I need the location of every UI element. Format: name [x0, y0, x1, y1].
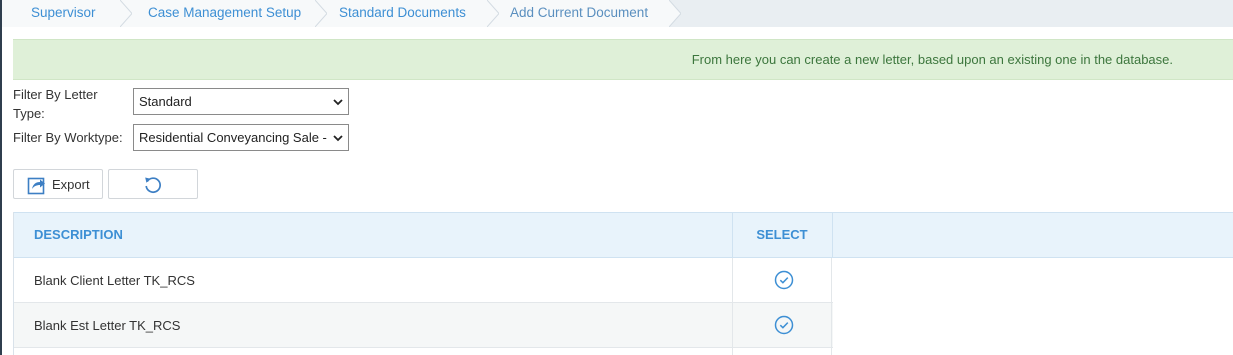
info-banner: From here you can create a new letter, b…: [13, 39, 1233, 80]
chevron-down-icon: [333, 135, 343, 142]
breadcrumb-separator-icon: [669, 0, 681, 27]
table-row-partial: [13, 348, 833, 355]
row-description: Blank Est Letter TK_RCS: [34, 318, 181, 333]
refresh-icon: [145, 177, 161, 193]
check-circle-icon[interactable]: [774, 270, 794, 290]
select-cell: [732, 258, 832, 303]
filter-letter-type-value: Standard: [139, 94, 192, 109]
breadcrumb-separator-icon: [120, 0, 132, 27]
select-cell: [732, 303, 832, 348]
export-button[interactable]: Export: [13, 169, 103, 199]
table-row[interactable]: Blank Est Letter TK_RCS: [13, 303, 833, 348]
select-cell: [732, 348, 832, 355]
check-circle-icon[interactable]: [774, 315, 794, 335]
breadcrumb-item-standard-documents[interactable]: Standard Documents: [315, 0, 499, 27]
column-header-select[interactable]: SELECT: [732, 213, 832, 258]
left-edge-border: [0, 0, 2, 355]
breadcrumb-item-add-current-document: Add Current Document: [487, 0, 681, 27]
filter-letter-type-label: Filter By Letter Type:: [13, 87, 98, 121]
breadcrumb-item-case-management-setup[interactable]: Case Management Setup: [120, 0, 327, 27]
chevron-down-icon: [333, 99, 343, 106]
column-header-description[interactable]: DESCRIPTION: [34, 213, 123, 258]
breadcrumb-label: Supervisor: [31, 5, 96, 20]
filter-worktype-value: Residential Conveyancing Sale - TK: [139, 130, 329, 145]
table-header: DESCRIPTION SELECT: [13, 212, 1233, 258]
breadcrumb-label: Add Current Document: [510, 5, 649, 20]
table-row[interactable]: Blank Client Letter TK_RCS: [13, 258, 833, 303]
documents-table: DESCRIPTION SELECT Blank Client Letter T…: [13, 212, 1233, 355]
refresh-button[interactable]: [108, 169, 198, 199]
filter-worktype-select[interactable]: Residential Conveyancing Sale - TK: [133, 124, 349, 151]
export-icon: [27, 177, 45, 195]
breadcrumb-item-supervisor[interactable]: Supervisor: [2, 0, 132, 27]
breadcrumb-label: Case Management Setup: [148, 5, 302, 20]
breadcrumb: Supervisor Case Management Setup Standar…: [2, 0, 1233, 27]
filter-worktype-label: Filter By Worktype:: [13, 130, 123, 145]
export-button-label: Export: [52, 177, 90, 192]
row-description: Blank Client Letter TK_RCS: [34, 273, 195, 288]
info-banner-message: From here you can create a new letter, b…: [691, 52, 1173, 67]
breadcrumb-separator-icon: [315, 0, 327, 27]
column-divider: [832, 213, 833, 258]
filter-letter-type-select[interactable]: Standard: [133, 88, 349, 115]
breadcrumb-separator-icon: [487, 0, 499, 27]
breadcrumb-label: Standard Documents: [339, 5, 466, 20]
table-left-border: [13, 212, 14, 355]
